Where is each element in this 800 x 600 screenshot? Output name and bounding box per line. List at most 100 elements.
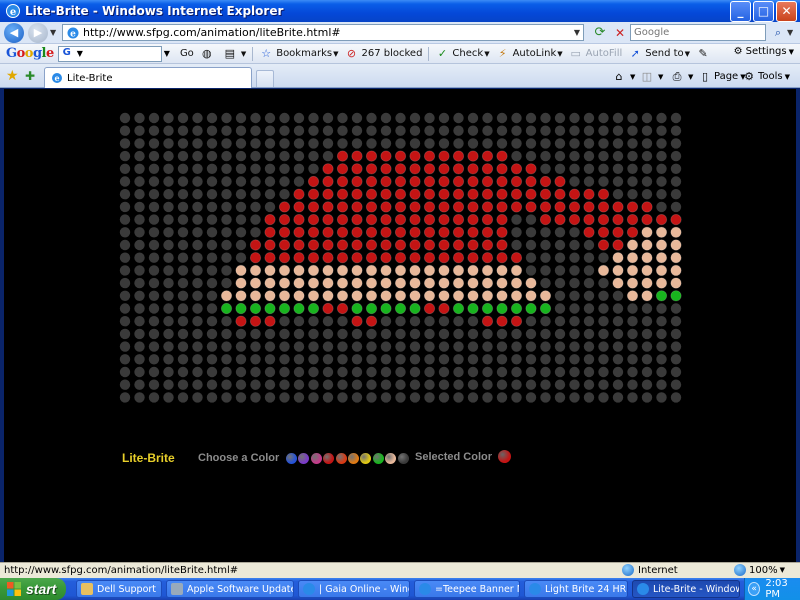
- peg-hole[interactable]: [670, 316, 682, 327]
- peg-hole[interactable]: [192, 328, 203, 340]
- peg-hole[interactable]: [467, 175, 479, 188]
- peg-hole[interactable]: [177, 379, 189, 390]
- peg-hole[interactable]: [597, 264, 610, 276]
- peg-hole[interactable]: [583, 252, 595, 263]
- peg-hole[interactable]: [235, 227, 247, 238]
- google-news-button[interactable]: ◍: [200, 47, 217, 61]
- peg-hole[interactable]: [670, 201, 682, 213]
- peg-hole[interactable]: [249, 315, 262, 327]
- peg-hole[interactable]: [394, 214, 407, 226]
- peg-hole[interactable]: [351, 277, 363, 289]
- peg-hole[interactable]: [119, 227, 131, 238]
- peg-hole[interactable]: [163, 303, 174, 314]
- peg-hole[interactable]: [627, 379, 638, 390]
- peg-hole[interactable]: [206, 138, 218, 149]
- peg-hole[interactable]: [206, 214, 218, 225]
- peg-hole[interactable]: [395, 354, 406, 365]
- peg-hole[interactable]: [438, 201, 450, 213]
- peg-hole[interactable]: [134, 239, 145, 251]
- peg-hole[interactable]: [394, 290, 407, 302]
- peg-hole[interactable]: [583, 112, 595, 124]
- peg-hole[interactable]: [554, 366, 566, 378]
- peg-hole[interactable]: [583, 303, 595, 314]
- peg-hole[interactable]: [554, 328, 566, 340]
- peg-hole[interactable]: [569, 392, 580, 403]
- peg-hole[interactable]: [626, 239, 639, 251]
- peg-hole[interactable]: [307, 264, 320, 276]
- peg-hole[interactable]: [336, 175, 349, 188]
- peg-hole[interactable]: [656, 379, 667, 390]
- peg-hole[interactable]: [481, 264, 494, 276]
- peg-hole[interactable]: [452, 150, 465, 162]
- peg-hole[interactable]: [510, 163, 523, 175]
- peg-hole[interactable]: [250, 328, 261, 340]
- peg-hole[interactable]: [539, 214, 552, 226]
- peg-hole[interactable]: [481, 277, 494, 289]
- peg-hole[interactable]: [337, 125, 348, 136]
- peg-hole[interactable]: [656, 303, 667, 314]
- peg-hole[interactable]: [177, 214, 189, 225]
- google-options-button[interactable]: ▤ ▼: [223, 47, 247, 61]
- peg-hole[interactable]: [206, 392, 218, 403]
- peg-hole[interactable]: [438, 277, 450, 289]
- peg-hole[interactable]: [278, 201, 291, 213]
- peg-hole[interactable]: [264, 163, 276, 174]
- peg-hole[interactable]: [220, 290, 233, 302]
- peg-hole[interactable]: [670, 392, 682, 403]
- peg-hole[interactable]: [438, 112, 450, 124]
- print-button[interactable]: ⎙ ▼: [670, 70, 694, 84]
- peg-hole[interactable]: [163, 239, 174, 251]
- peg-hole[interactable]: [279, 150, 290, 162]
- peg-hole[interactable]: [293, 379, 305, 390]
- peg-hole[interactable]: [409, 316, 421, 327]
- peg-hole[interactable]: [134, 392, 145, 403]
- peg-hole[interactable]: [249, 252, 262, 264]
- peg-hole[interactable]: [279, 163, 290, 174]
- peg-hole[interactable]: [598, 366, 609, 378]
- peg-hole[interactable]: [424, 138, 435, 149]
- peg-hole[interactable]: [482, 328, 493, 340]
- peg-hole[interactable]: [134, 316, 145, 327]
- peg-hole[interactable]: [554, 379, 566, 390]
- peg-hole[interactable]: [163, 277, 174, 289]
- peg-hole[interactable]: [351, 239, 363, 251]
- peg-hole[interactable]: [569, 112, 580, 124]
- peg-hole[interactable]: [221, 163, 232, 174]
- peg-hole[interactable]: [235, 341, 247, 352]
- peg-hole[interactable]: [250, 366, 261, 378]
- peg-hole[interactable]: [293, 214, 305, 226]
- peg-hole[interactable]: [119, 189, 131, 200]
- peg-hole[interactable]: [192, 189, 203, 200]
- peg-hole[interactable]: [670, 125, 682, 136]
- peg-hole[interactable]: [336, 214, 349, 226]
- peg-hole[interactable]: [554, 252, 566, 263]
- lite-brite-board[interactable]: [4, 89, 796, 449]
- google-search-history-dropdown[interactable]: ▼: [164, 49, 170, 58]
- peg-hole[interactable]: [496, 112, 508, 124]
- peg-hole[interactable]: [394, 277, 407, 289]
- peg-hole[interactable]: [235, 379, 247, 390]
- peg-hole[interactable]: [249, 277, 262, 289]
- peg-hole[interactable]: [598, 277, 609, 289]
- peg-hole[interactable]: [177, 328, 189, 340]
- peg-hole[interactable]: [336, 188, 349, 200]
- peg-hole[interactable]: [221, 125, 232, 136]
- peg-hole[interactable]: [395, 328, 406, 340]
- peg-hole[interactable]: [510, 188, 523, 200]
- peg-hole[interactable]: [235, 125, 247, 136]
- peg-hole[interactable]: [163, 290, 174, 301]
- peg-hole[interactable]: [612, 328, 624, 340]
- peg-hole[interactable]: [424, 379, 435, 390]
- peg-hole[interactable]: [424, 316, 435, 327]
- peg-hole[interactable]: [235, 252, 247, 263]
- peg-hole[interactable]: [612, 112, 624, 124]
- peg-hole[interactable]: [641, 366, 653, 378]
- peg-hole[interactable]: [308, 366, 319, 378]
- peg-hole[interactable]: [206, 163, 218, 174]
- color-swatch-peach[interactable]: [385, 453, 397, 464]
- peg-hole[interactable]: [423, 163, 436, 175]
- peg-hole[interactable]: [554, 175, 566, 188]
- peg-hole[interactable]: [641, 239, 653, 251]
- peg-hole[interactable]: [163, 176, 174, 187]
- peg-hole[interactable]: [409, 226, 421, 238]
